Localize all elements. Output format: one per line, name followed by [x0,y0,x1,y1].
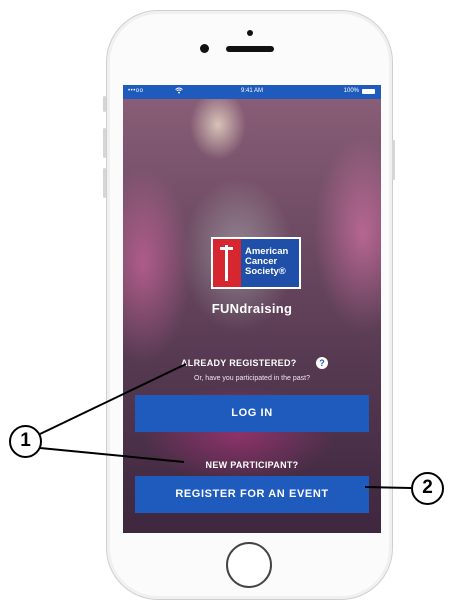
already-registered-label: ALREADY REGISTERED? [181,358,297,368]
front-camera-icon [200,44,209,53]
app-screen: •••oo 9:41 AM 100% American Cancer Socie… [123,85,381,533]
side-button-volume-down [103,168,106,198]
help-icon[interactable]: ? [316,357,328,369]
home-button[interactable] [226,542,272,588]
logo-line-society: Society® [245,266,286,277]
battery-percent: 100% [343,88,359,94]
callout-1: 1 [9,425,42,458]
participated-past-text: Or, have you participated in the past? [194,375,310,382]
callout-2: 2 [411,472,444,505]
side-button-power [392,140,395,180]
side-button-mute [103,96,106,112]
new-participant-label: NEW PARTICIPANT? [205,460,299,470]
acs-sword-icon [213,239,241,287]
status-bar: •••oo 9:41 AM 100% [123,85,381,99]
battery-icon [362,89,375,94]
register-event-button[interactable]: REGISTER FOR AN EVENT [135,476,369,513]
login-button[interactable]: LOG IN [135,395,369,432]
status-time: 9:41 AM [240,88,263,94]
side-button-volume-up [103,128,106,158]
acs-logo: American Cancer Society® [211,237,301,289]
speaker-grille [226,46,274,52]
app-title: FUNdraising [211,301,293,316]
top-sensor-icon [247,30,253,36]
